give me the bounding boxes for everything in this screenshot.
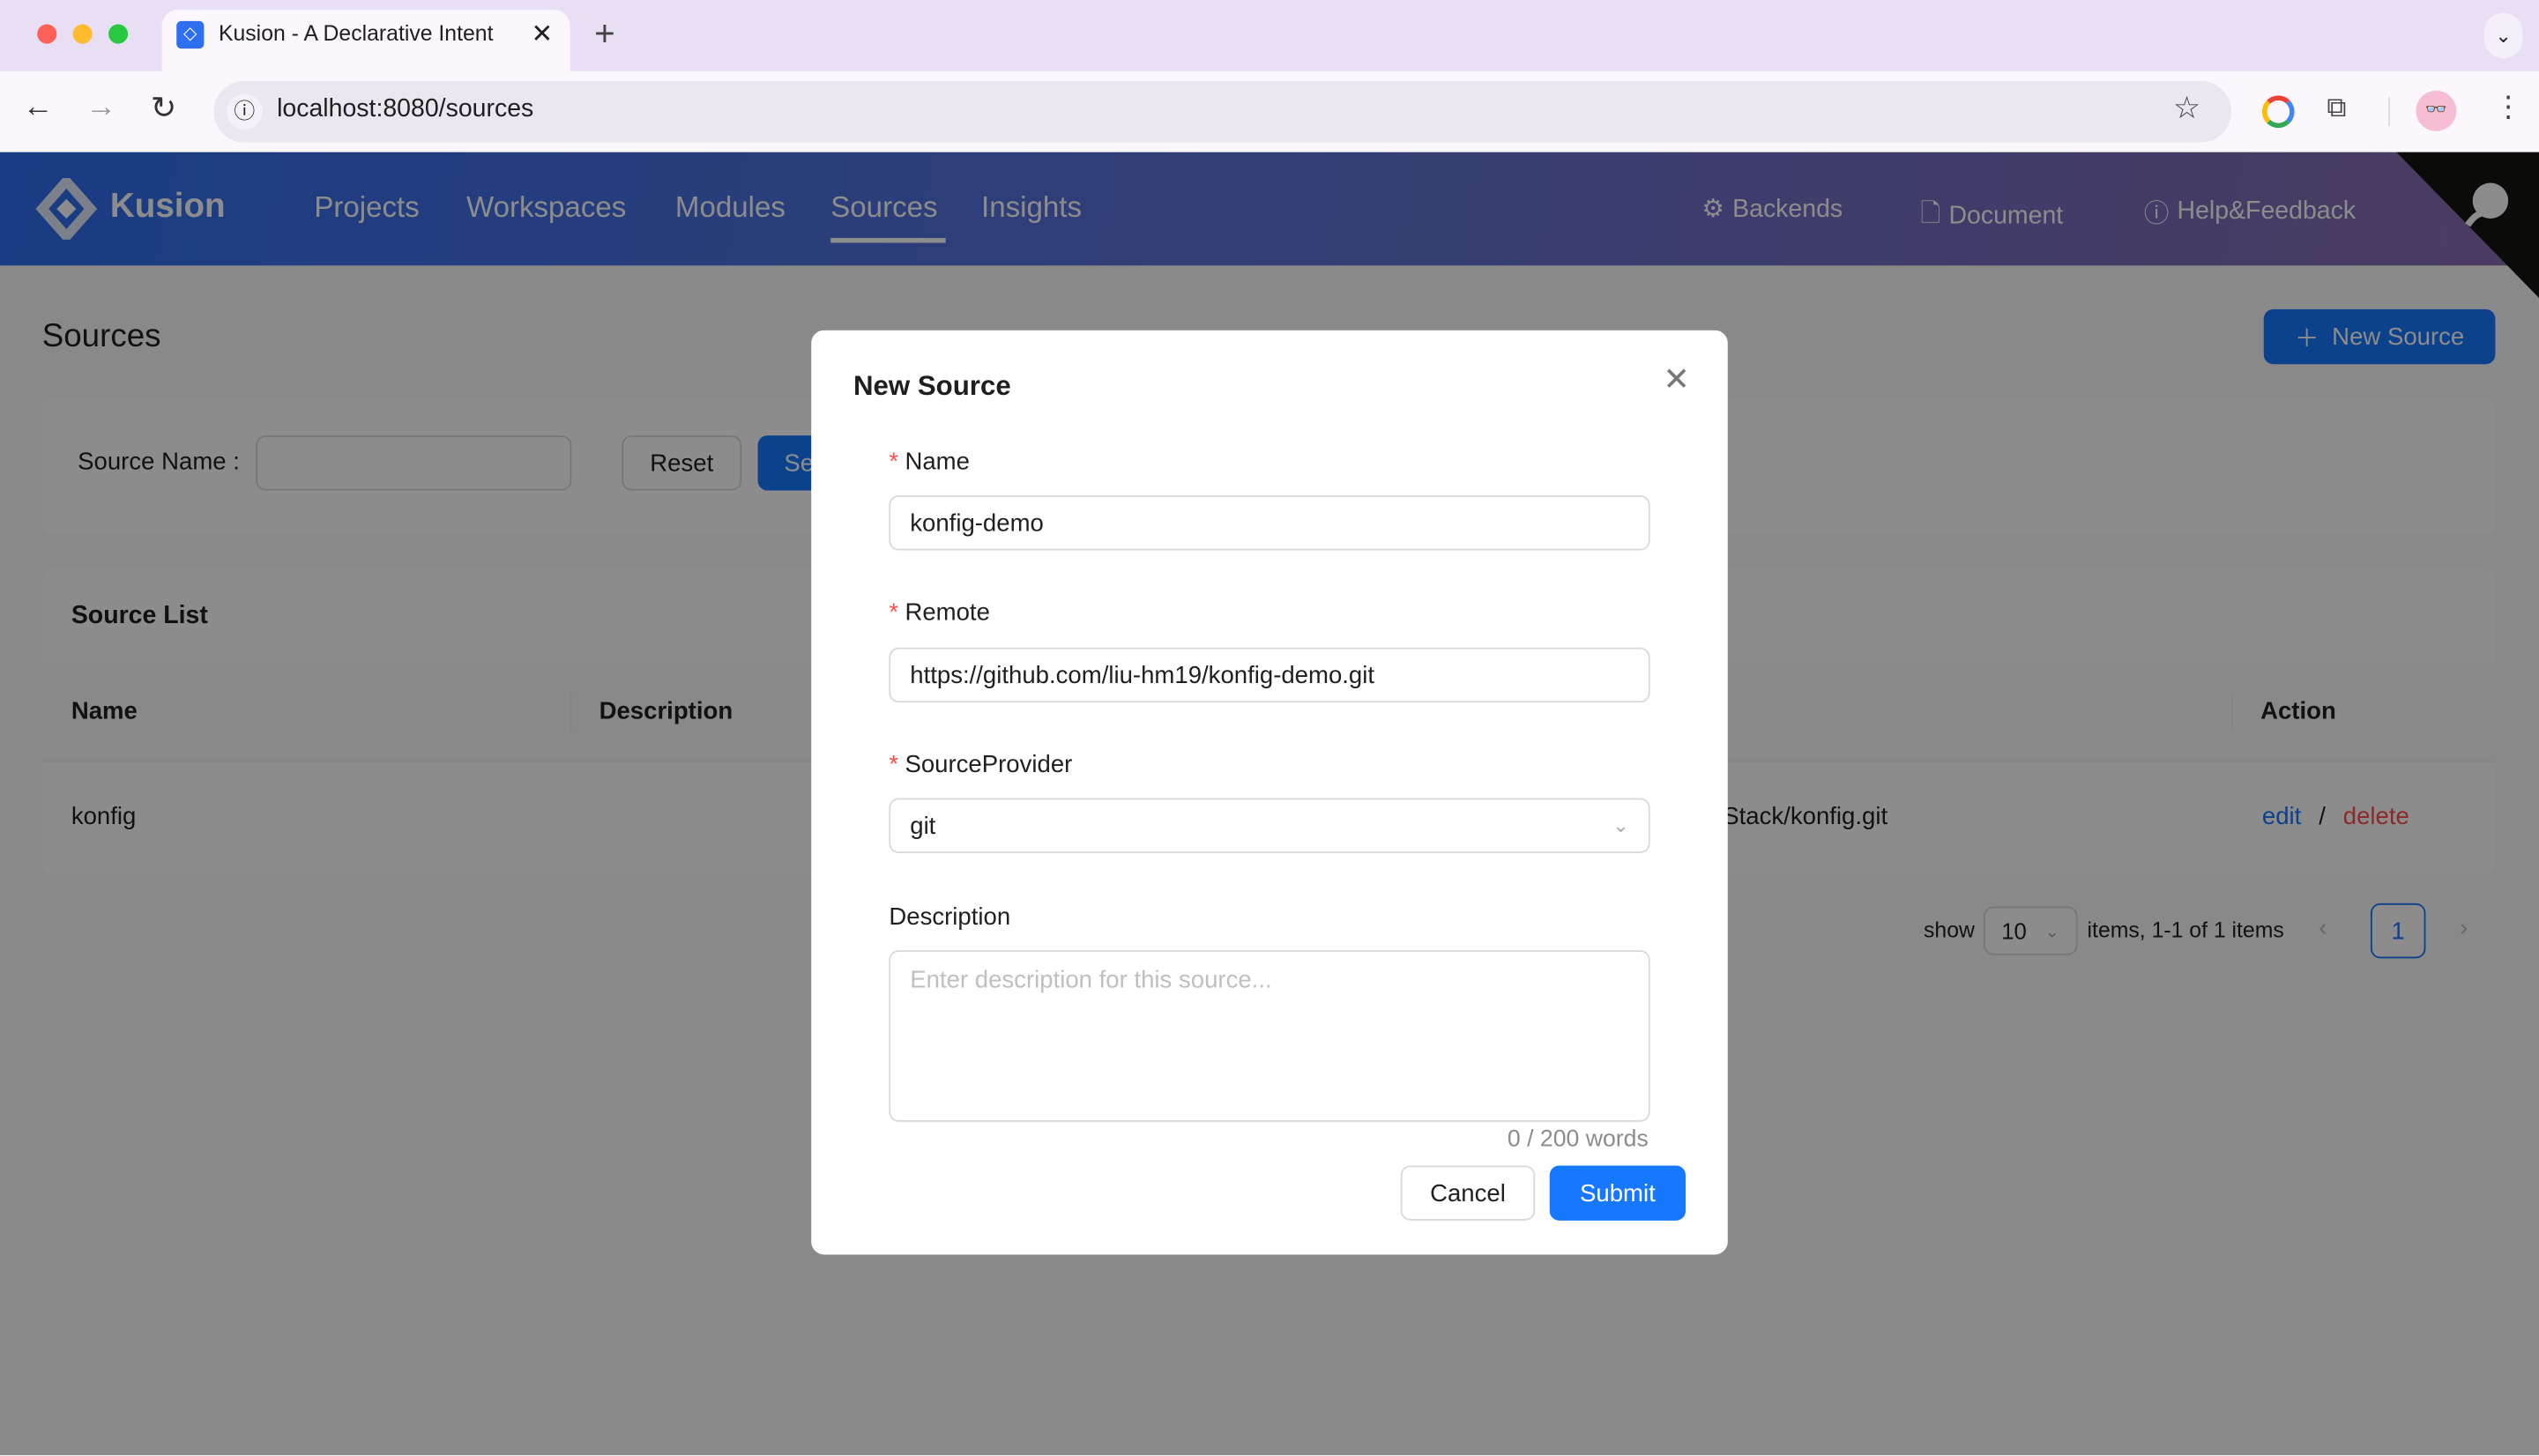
screen: ◇ Kusion - A Declarative Intent ✕ + ⌄ ← … (0, 0, 2539, 1456)
cancel-button[interactable]: Cancel (1400, 1165, 1536, 1221)
new-tab-icon[interactable]: + (594, 13, 615, 56)
required-mark: * (889, 598, 899, 627)
tab-list-chevron-icon[interactable]: ⌄ (2483, 12, 2523, 59)
extensions-icon[interactable]: ⧉ (2327, 93, 2346, 125)
google-lens-icon[interactable] (2261, 95, 2295, 129)
toolbar-divider (2388, 97, 2391, 127)
more-menu-icon[interactable]: ⋮ (2494, 91, 2523, 125)
reload-icon[interactable]: ↻ (151, 91, 176, 128)
source-provider-select[interactable]: git ⌄ (889, 798, 1650, 853)
kusion-favicon-icon: ◇ (176, 20, 205, 49)
address-bar[interactable]: ⓘ localhost:8080/sources ☆ (213, 80, 2232, 143)
bookmark-star-icon[interactable]: ☆ (2173, 91, 2200, 128)
remote-input[interactable]: https://github.com/liu-hm19/konfig-demo.… (889, 647, 1650, 703)
browser-tab[interactable]: ◇ Kusion - A Declarative Intent ✕ (161, 10, 570, 71)
modal-title: New Source (853, 370, 1011, 402)
forward-icon[interactable]: → (86, 91, 116, 126)
new-source-modal: New Source ✕ * Name konfig-demo * Remote h… (811, 330, 1728, 1255)
description-word-counter: 0 / 200 words (1507, 1126, 1649, 1153)
submit-button[interactable]: Submit (1549, 1165, 1686, 1221)
chevron-down-icon: ⌄ (1612, 813, 1629, 837)
site-info-icon[interactable]: ⓘ (227, 93, 263, 130)
required-mark: * (889, 448, 899, 476)
back-icon[interactable]: ← (23, 91, 54, 126)
source-provider-value: git (910, 812, 936, 840)
description-textarea[interactable]: Enter description for this source... (889, 950, 1650, 1122)
name-label: * Name (889, 448, 970, 476)
url-text[interactable]: localhost:8080/sources (277, 95, 533, 124)
remote-label: * Remote (889, 598, 990, 627)
maximize-window-button[interactable] (108, 24, 129, 44)
description-label: Description (889, 903, 1011, 932)
tab-title: Kusion - A Declarative Intent (218, 20, 494, 46)
minimize-window-button[interactable] (72, 24, 93, 44)
profile-avatar[interactable]: 👓 (2416, 90, 2457, 131)
close-tab-icon[interactable]: ✕ (531, 18, 553, 50)
close-icon[interactable]: ✕ (1663, 360, 1690, 400)
source-provider-label: * SourceProvider (889, 751, 1073, 779)
close-window-button[interactable] (37, 24, 57, 44)
name-input[interactable]: konfig-demo (889, 495, 1650, 551)
required-mark: * (889, 751, 899, 779)
